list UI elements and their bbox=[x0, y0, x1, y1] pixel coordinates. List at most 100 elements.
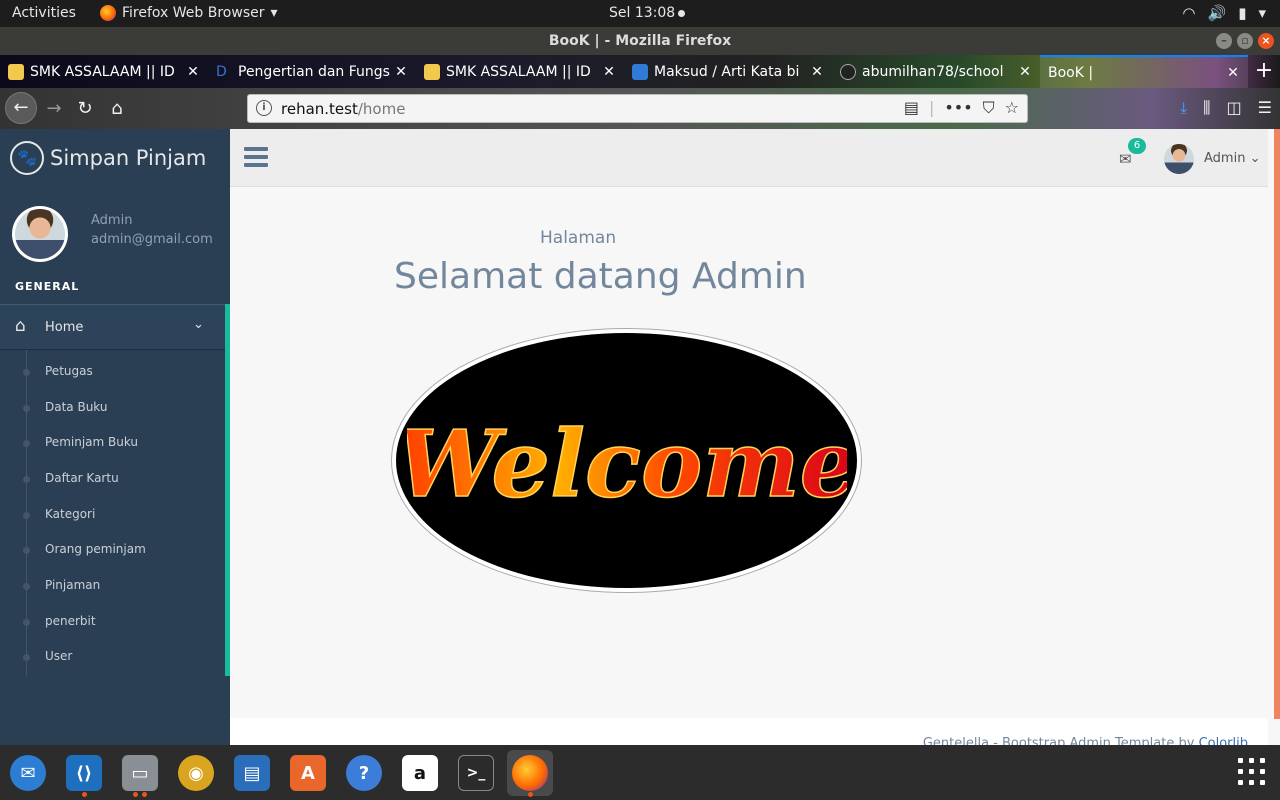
footer-link[interactable]: Colorlib bbox=[1199, 736, 1248, 745]
welcome-image-text: Welcome bbox=[407, 410, 847, 518]
power-menu-icon[interactable]: ▾ bbox=[1258, 4, 1266, 22]
back-button[interactable]: ← bbox=[5, 92, 37, 124]
sidebar-item-label: Petugas bbox=[45, 364, 93, 378]
library-icon[interactable]: ⫼ bbox=[1203, 98, 1210, 118]
app-menu-label: Firefox Web Browser bbox=[122, 5, 265, 21]
reader-view-icon[interactable]: ▤ bbox=[904, 98, 919, 118]
sidebar-item-pinjaman[interactable]: Pinjaman bbox=[0, 568, 225, 604]
firefox-launcher[interactable] bbox=[507, 750, 553, 797]
url-text[interactable]: rehan.test/home bbox=[281, 100, 405, 118]
thunderbird-launcher[interactable]: ✉ bbox=[5, 750, 51, 796]
tab-3[interactable]: Maksud / Arti Kata bi ✕ bbox=[624, 55, 832, 88]
sidebar-item-data-buku[interactable]: Data Buku bbox=[0, 390, 225, 426]
sidebar-item-penerbit[interactable]: penerbit bbox=[0, 604, 225, 640]
sidebar-item-home[interactable]: ⌂ Home ⌄ bbox=[0, 304, 230, 350]
envelope-icon[interactable]: ✉ bbox=[1119, 150, 1132, 168]
menu-icon[interactable]: ☰ bbox=[1258, 98, 1272, 118]
close-window-button[interactable]: × bbox=[1258, 33, 1274, 49]
site-info-icon[interactable]: i bbox=[256, 100, 272, 116]
menu-toggle-icon[interactable] bbox=[244, 147, 268, 171]
bullet-icon bbox=[23, 547, 30, 554]
profile-email: admin@gmail.com bbox=[91, 232, 213, 247]
volume-icon[interactable]: 🔊 bbox=[1208, 4, 1227, 22]
chevron-down-icon: ⌄ bbox=[193, 317, 204, 332]
close-tab-icon[interactable]: ✕ bbox=[1016, 64, 1034, 80]
sidebar-item-daftar-kartu[interactable]: Daftar Kartu bbox=[0, 461, 225, 497]
forward-button[interactable]: → bbox=[40, 95, 68, 123]
minimize-button[interactable]: – bbox=[1216, 33, 1232, 49]
maximize-button[interactable]: ▫ bbox=[1237, 33, 1253, 49]
sidebar-item-orang-peminjam[interactable]: Orang peminjam bbox=[0, 532, 225, 568]
system-top-bar: Activities Firefox Web Browser ▾ Sel 13:… bbox=[0, 0, 1280, 27]
url-host: rehan.test bbox=[281, 100, 358, 118]
favicon-icon bbox=[8, 63, 24, 80]
sidebar: 🐾 Simpan Pinjam Admin admin@gmail.com GE… bbox=[0, 129, 230, 745]
wifi-icon[interactable]: ◠ bbox=[1182, 4, 1195, 22]
github-icon bbox=[840, 63, 856, 80]
help-launcher[interactable]: ? bbox=[341, 750, 387, 796]
sidebar-toggle-icon[interactable]: ◫ bbox=[1227, 98, 1242, 118]
download-icon[interactable]: ⤓ bbox=[1180, 98, 1187, 118]
home-button[interactable]: ⌂ bbox=[103, 95, 131, 123]
sidebar-item-petugas[interactable]: Petugas bbox=[0, 354, 225, 390]
help-icon: ? bbox=[346, 755, 382, 791]
thunderbird-icon: ✉ bbox=[10, 755, 46, 791]
profile-name: Admin bbox=[91, 213, 133, 228]
tab-label: abumilhan78/school bbox=[862, 63, 1004, 80]
url-bar[interactable]: i rehan.test/home ▤ | ••• ⛉ ☆ bbox=[247, 94, 1028, 123]
firefox-icon bbox=[512, 755, 548, 791]
welcome-image: Welcome bbox=[391, 328, 862, 593]
terminal-launcher[interactable]: >_ bbox=[453, 750, 499, 796]
scrollbar-accent bbox=[1274, 129, 1280, 719]
close-tab-icon[interactable]: ✕ bbox=[1224, 65, 1242, 81]
close-tab-icon[interactable]: ✕ bbox=[808, 64, 826, 80]
notification-dot bbox=[678, 9, 686, 17]
sidebar-item-label: Home bbox=[45, 320, 84, 335]
bullet-icon bbox=[23, 476, 30, 483]
new-tab-button[interactable]: + bbox=[1248, 55, 1280, 88]
amazon-launcher[interactable]: a bbox=[397, 750, 443, 796]
welcome-image-graphic: Welcome bbox=[407, 409, 847, 519]
tab-4[interactable]: abumilhan78/school ✕ bbox=[832, 55, 1040, 88]
rhythmbox-launcher[interactable]: ◉ bbox=[173, 750, 219, 796]
close-tab-icon[interactable]: ✕ bbox=[600, 64, 618, 80]
sidebar-item-kategori[interactable]: Kategori bbox=[0, 497, 225, 533]
sidebar-item-user[interactable]: User bbox=[0, 639, 225, 675]
tab-5-active[interactable]: BooK | ✕ bbox=[1040, 55, 1248, 88]
close-tab-icon[interactable]: ✕ bbox=[184, 64, 202, 80]
files-launcher[interactable]: ▭ bbox=[117, 750, 163, 797]
writer-launcher[interactable]: ▤ bbox=[229, 750, 275, 796]
tab-0[interactable]: SMK ASSALAAM || ID ✕ bbox=[0, 55, 208, 88]
sidebar-item-label: Orang peminjam bbox=[45, 542, 146, 556]
tab-2[interactable]: SMK ASSALAAM || ID ✕ bbox=[416, 55, 624, 88]
battery-icon[interactable]: ▮ bbox=[1238, 4, 1246, 22]
top-navigation: ✉ 6 Admin ⌄ bbox=[230, 129, 1268, 187]
bullet-icon bbox=[23, 619, 30, 626]
avatar[interactable] bbox=[1164, 144, 1194, 174]
app-menu[interactable]: Firefox Web Browser ▾ bbox=[100, 5, 278, 21]
page-actions-icon[interactable]: ••• bbox=[944, 98, 972, 118]
separator: | bbox=[928, 98, 935, 117]
sidebar-item-label: penerbit bbox=[45, 614, 96, 628]
reload-button[interactable]: ↻ bbox=[71, 95, 99, 123]
tab-label: SMK ASSALAAM || ID bbox=[446, 63, 591, 80]
software-center-launcher[interactable]: A bbox=[285, 750, 331, 796]
user-dropdown[interactable]: Admin ⌄ bbox=[1204, 151, 1260, 166]
pocket-icon[interactable]: ⛉ bbox=[983, 98, 995, 118]
sidebar-item-peminjam-buku[interactable]: Peminjam Buku bbox=[0, 425, 225, 461]
close-tab-icon[interactable]: ✕ bbox=[392, 64, 410, 80]
main-content: Halaman Selamat datang Admin Welcome bbox=[230, 188, 1268, 718]
bullet-icon bbox=[23, 654, 30, 661]
dock: ✉ ⟨⟩ ▭ ◉ ▤ A ? a >_ bbox=[0, 745, 1280, 800]
bookmark-star-icon[interactable]: ☆ bbox=[1005, 98, 1019, 118]
brand-link[interactable]: 🐾 Simpan Pinjam bbox=[10, 141, 206, 175]
terminal-icon: >_ bbox=[458, 755, 494, 791]
system-tray[interactable]: ◠ 🔊 ▮ ▾ bbox=[1182, 4, 1266, 22]
show-applications-icon[interactable] bbox=[1238, 758, 1266, 786]
clock[interactable]: Sel 13:08 bbox=[609, 5, 686, 21]
vscode-launcher[interactable]: ⟨⟩ bbox=[61, 750, 107, 797]
tab-1[interactable]: D Pengertian dan Fungs ✕ bbox=[208, 55, 416, 88]
tab-label: Maksud / Arti Kata bi bbox=[654, 63, 800, 80]
url-path: /home bbox=[357, 100, 406, 118]
activities-button[interactable]: Activities bbox=[12, 5, 76, 21]
